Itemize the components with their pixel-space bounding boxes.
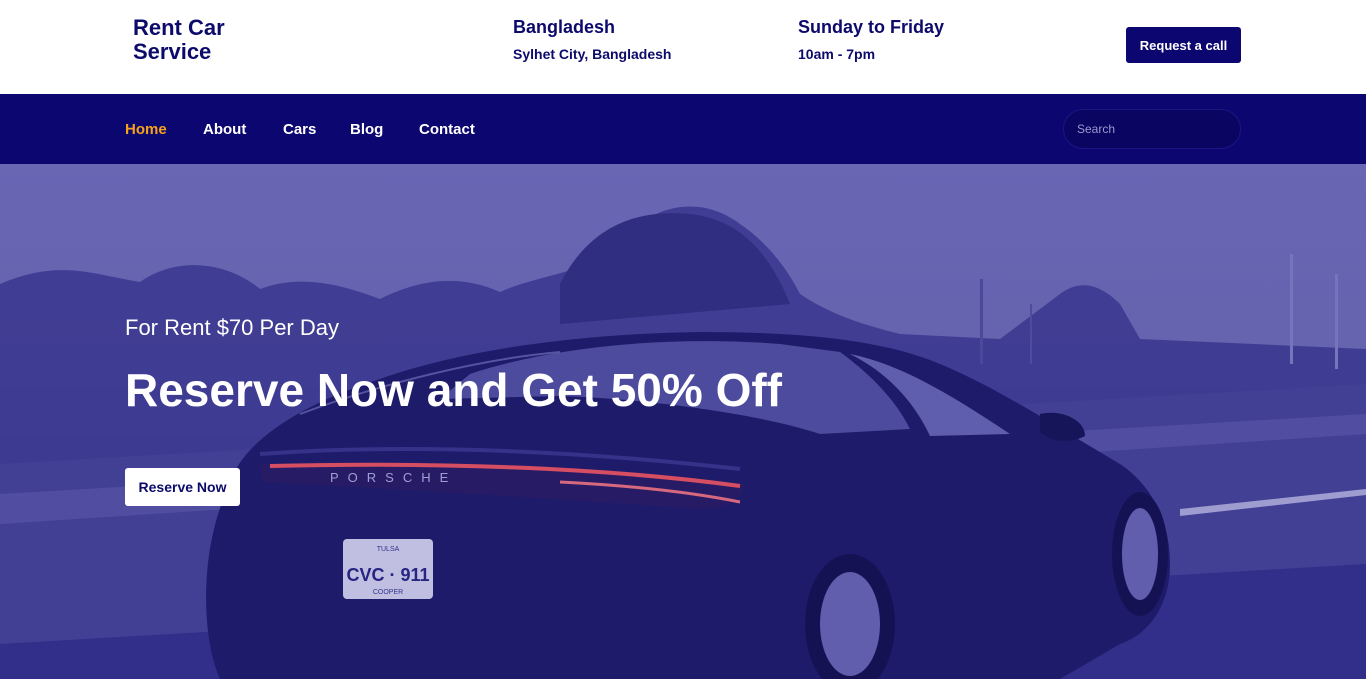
hero-headline: Reserve Now and Get 50% Off	[125, 364, 782, 416]
top-info-bar: Rent Car Service Bangladesh Sylhet City,…	[0, 0, 1366, 94]
location-title: Bangladesh	[513, 17, 616, 37]
hours-days: Sunday to Friday	[798, 17, 945, 37]
main-navigation: Home About Cars Blog Contact	[0, 94, 1366, 164]
nav-item-cars[interactable]: Cars	[283, 121, 316, 139]
nav-item-home[interactable]: Home	[125, 121, 167, 139]
nav-item-about[interactable]: About	[203, 121, 246, 139]
location-info: Bangladesh Sylhet City, Bangladesh	[513, 16, 671, 64]
search-input[interactable]	[1064, 110, 1240, 148]
hours-time: 10am - 7pm	[798, 46, 876, 62]
request-call-button[interactable]: Request a call	[1126, 27, 1241, 63]
opening-hours-info: Sunday to Friday 10am - 7pm	[798, 16, 944, 64]
reserve-now-button[interactable]: Reserve Now	[125, 468, 240, 506]
hero-color-overlay	[0, 164, 1366, 679]
hero-banner: PORSCHE TULSA CVC · 911 COOPER For Rent …	[0, 164, 1366, 679]
hero-price-subtitle: For Rent $70 Per Day	[125, 315, 339, 340]
location-address: Sylhet City, Bangladesh	[513, 46, 672, 62]
nav-item-contact[interactable]: Contact	[419, 121, 475, 139]
search-box	[1063, 109, 1241, 149]
nav-item-blog[interactable]: Blog	[350, 121, 383, 139]
brand-logo-text[interactable]: Rent Car Service	[133, 16, 293, 64]
